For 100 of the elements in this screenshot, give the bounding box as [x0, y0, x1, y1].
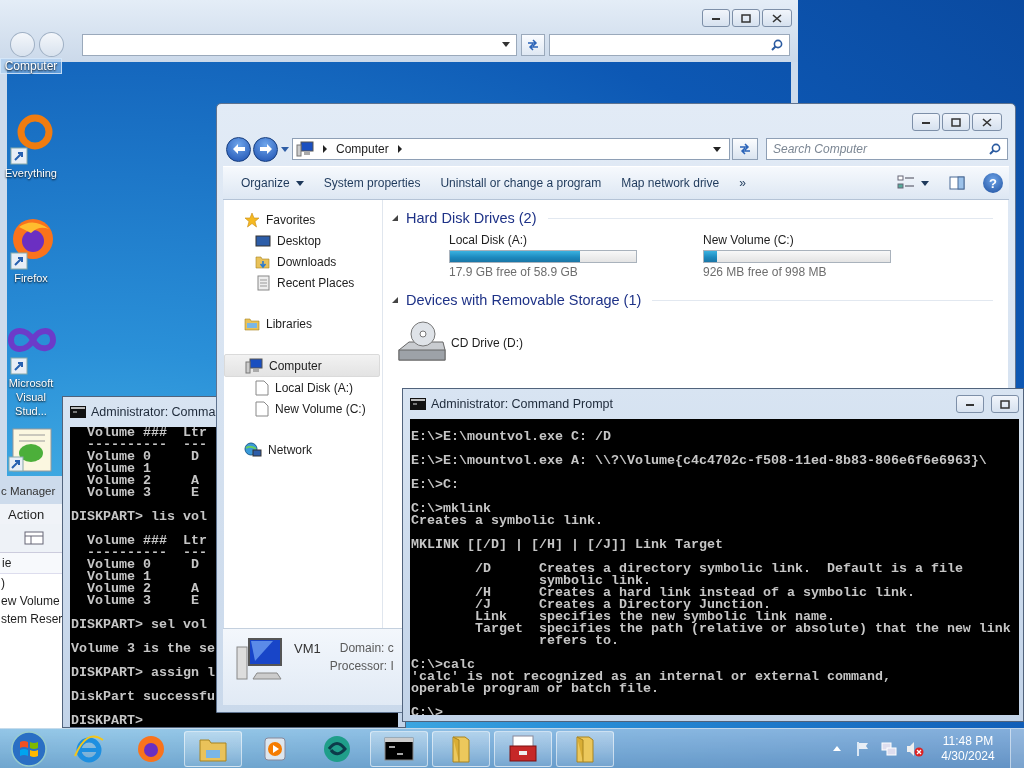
caret-icon: [921, 180, 929, 186]
network-icon: [244, 441, 262, 458]
column-header[interactable]: ie: [0, 553, 64, 574]
group-heading[interactable]: Hard Disk Drives (2): [406, 210, 537, 226]
window-title: Administrator: Comma: [91, 405, 216, 419]
console-line: Volume 3 E: [86, 595, 199, 607]
minimize-button[interactable]: [702, 9, 730, 27]
table-icon[interactable]: [24, 530, 44, 546]
console-line: Volume 2 A: [86, 475, 199, 487]
refresh-button[interactable]: [732, 138, 758, 160]
globe-icon: [135, 733, 167, 764]
back-button[interactable]: [226, 136, 251, 162]
folder-icon: [244, 315, 260, 332]
star-icon: [244, 211, 260, 228]
search-icon: [989, 143, 1001, 155]
console-line: DiskPart successfu: [71, 691, 215, 703]
document-icon: [255, 400, 269, 417]
nav-item[interactable]: New Volume (C:): [224, 398, 380, 419]
flag-icon: [855, 740, 871, 757]
console-line: /D Creates a directory symbolic link. Default is a file: [474, 563, 963, 575]
chevron-icon: [396, 145, 403, 153]
console-icon: [410, 398, 426, 410]
caret-icon: [295, 180, 304, 186]
maximize-button[interactable]: [942, 113, 970, 131]
toolbar-button[interactable]: Map network drive: [613, 171, 728, 195]
minimize-button[interactable]: [912, 113, 940, 131]
toolbar-button[interactable]: »: [731, 171, 754, 195]
toolbar-button[interactable]: Uninstall or change a program: [432, 171, 610, 195]
caret-icon: [713, 146, 721, 152]
console-line: Volume ### Ltr: [86, 427, 207, 439]
detail-field: Domain: c: [339, 641, 394, 655]
drive-tile[interactable]: Local Disk (A:) 17.9 GB free of 58.9 GB: [449, 228, 703, 286]
nav-item[interactable]: Libraries: [224, 313, 380, 334]
list-view-icon: [897, 175, 915, 191]
caret-icon: [281, 146, 289, 152]
nav-item[interactable]: Desktop: [224, 230, 380, 251]
drive-tile[interactable]: New Volume (C:) 926 MB free of 998 MB: [703, 228, 957, 286]
computer-name: VM1: [294, 641, 321, 656]
minimize-button[interactable]: [956, 395, 984, 413]
icon-label[interactable]: Firefox: [0, 271, 62, 285]
collapse-icon[interactable]: [391, 296, 399, 304]
nav-item[interactable]: Recent Places: [224, 272, 380, 293]
close-button[interactable]: [972, 113, 1002, 131]
list-row[interactable]: stem Reser: [0, 610, 64, 628]
nav-item[interactable]: Network: [224, 439, 380, 460]
nav-item[interactable]: Downloads: [224, 251, 380, 272]
address-bar[interactable]: Computer: [292, 138, 730, 160]
console-line: Volume 3 is the se: [71, 643, 215, 655]
window-title: c Manager: [0, 476, 64, 504]
console-line: C:\>calc: [411, 659, 475, 671]
search-field[interactable]: Search Computer: [766, 138, 1008, 160]
group-heading[interactable]: Devices with Removable Storage (1): [406, 292, 642, 308]
search-field[interactable]: [548, 33, 790, 56]
maximize-icon: [741, 13, 751, 23]
drive-name: CD Drive (D:): [451, 336, 523, 350]
list-row[interactable]: ): [0, 574, 64, 592]
right-arrow-icon: [258, 143, 273, 155]
list-row[interactable]: ew Volume: [0, 592, 64, 610]
refresh-icon: [525, 38, 540, 51]
chevron-icon: [322, 145, 328, 153]
document-icon: [255, 379, 269, 396]
console-line: 'calc' is not recognized as an internal or external command,: [411, 671, 891, 683]
free-space-text: 926 MB free of 998 MB: [703, 265, 828, 279]
maximize-icon: [951, 117, 961, 127]
collapse-icon[interactable]: [391, 214, 399, 222]
console-line: Volume 2 A: [86, 583, 199, 595]
detail-field: Processor: I: [329, 659, 394, 673]
console-line: DISKPART>: [71, 715, 143, 727]
nav-item[interactable]: Favorites: [224, 209, 380, 230]
taskbar-button[interactable]: [494, 730, 552, 767]
nav-item[interactable]: Computer: [224, 354, 380, 377]
breadcrumb-item[interactable]: Computer: [336, 142, 389, 156]
maximize-button[interactable]: [991, 395, 1019, 413]
windows-logo-icon: [10, 729, 48, 768]
console-line: MKLINK [[/D] | [/H] | [/J]] Link Target: [411, 539, 723, 551]
refresh-button[interactable]: [520, 33, 545, 56]
address-field[interactable]: [81, 33, 517, 56]
forward-button[interactable]: [253, 136, 278, 162]
pane-icon: [949, 176, 965, 190]
taskbar-button[interactable]: [370, 730, 428, 767]
nav-item[interactable]: Local Disk (A:): [224, 377, 380, 398]
console-line: DISKPART> assign l: [71, 667, 215, 679]
console-line: E:\>E:\mountvol.exe C: /D: [411, 431, 611, 443]
free-space-text: 17.9 GB free of 58.9 GB: [449, 265, 579, 279]
console-line: Volume 1: [86, 463, 151, 475]
close-button[interactable]: [762, 9, 792, 27]
console-line: Target specifies the path (relative or absolute) that the new link: [474, 623, 1011, 635]
swirl-icon: [321, 733, 353, 764]
close-icon: [982, 117, 992, 127]
console-line: Volume 1: [86, 571, 151, 583]
toolbar-button[interactable]: System properties: [315, 171, 429, 195]
drive-name: New Volume (C:): [703, 233, 795, 247]
console-line: symbolic link.: [537, 575, 651, 587]
console-line: ---------- ---: [86, 439, 207, 451]
toolbar-button[interactable]: Organize: [233, 171, 312, 195]
clock-date: 4/30/2024: [941, 748, 995, 764]
console-line: ---------- ---: [86, 547, 207, 559]
drive-tile[interactable]: CD Drive (D:): [397, 310, 523, 368]
console-line: /H Creates a hard link instead of a symbolic link.: [474, 587, 915, 599]
maximize-button[interactable]: [732, 9, 760, 27]
